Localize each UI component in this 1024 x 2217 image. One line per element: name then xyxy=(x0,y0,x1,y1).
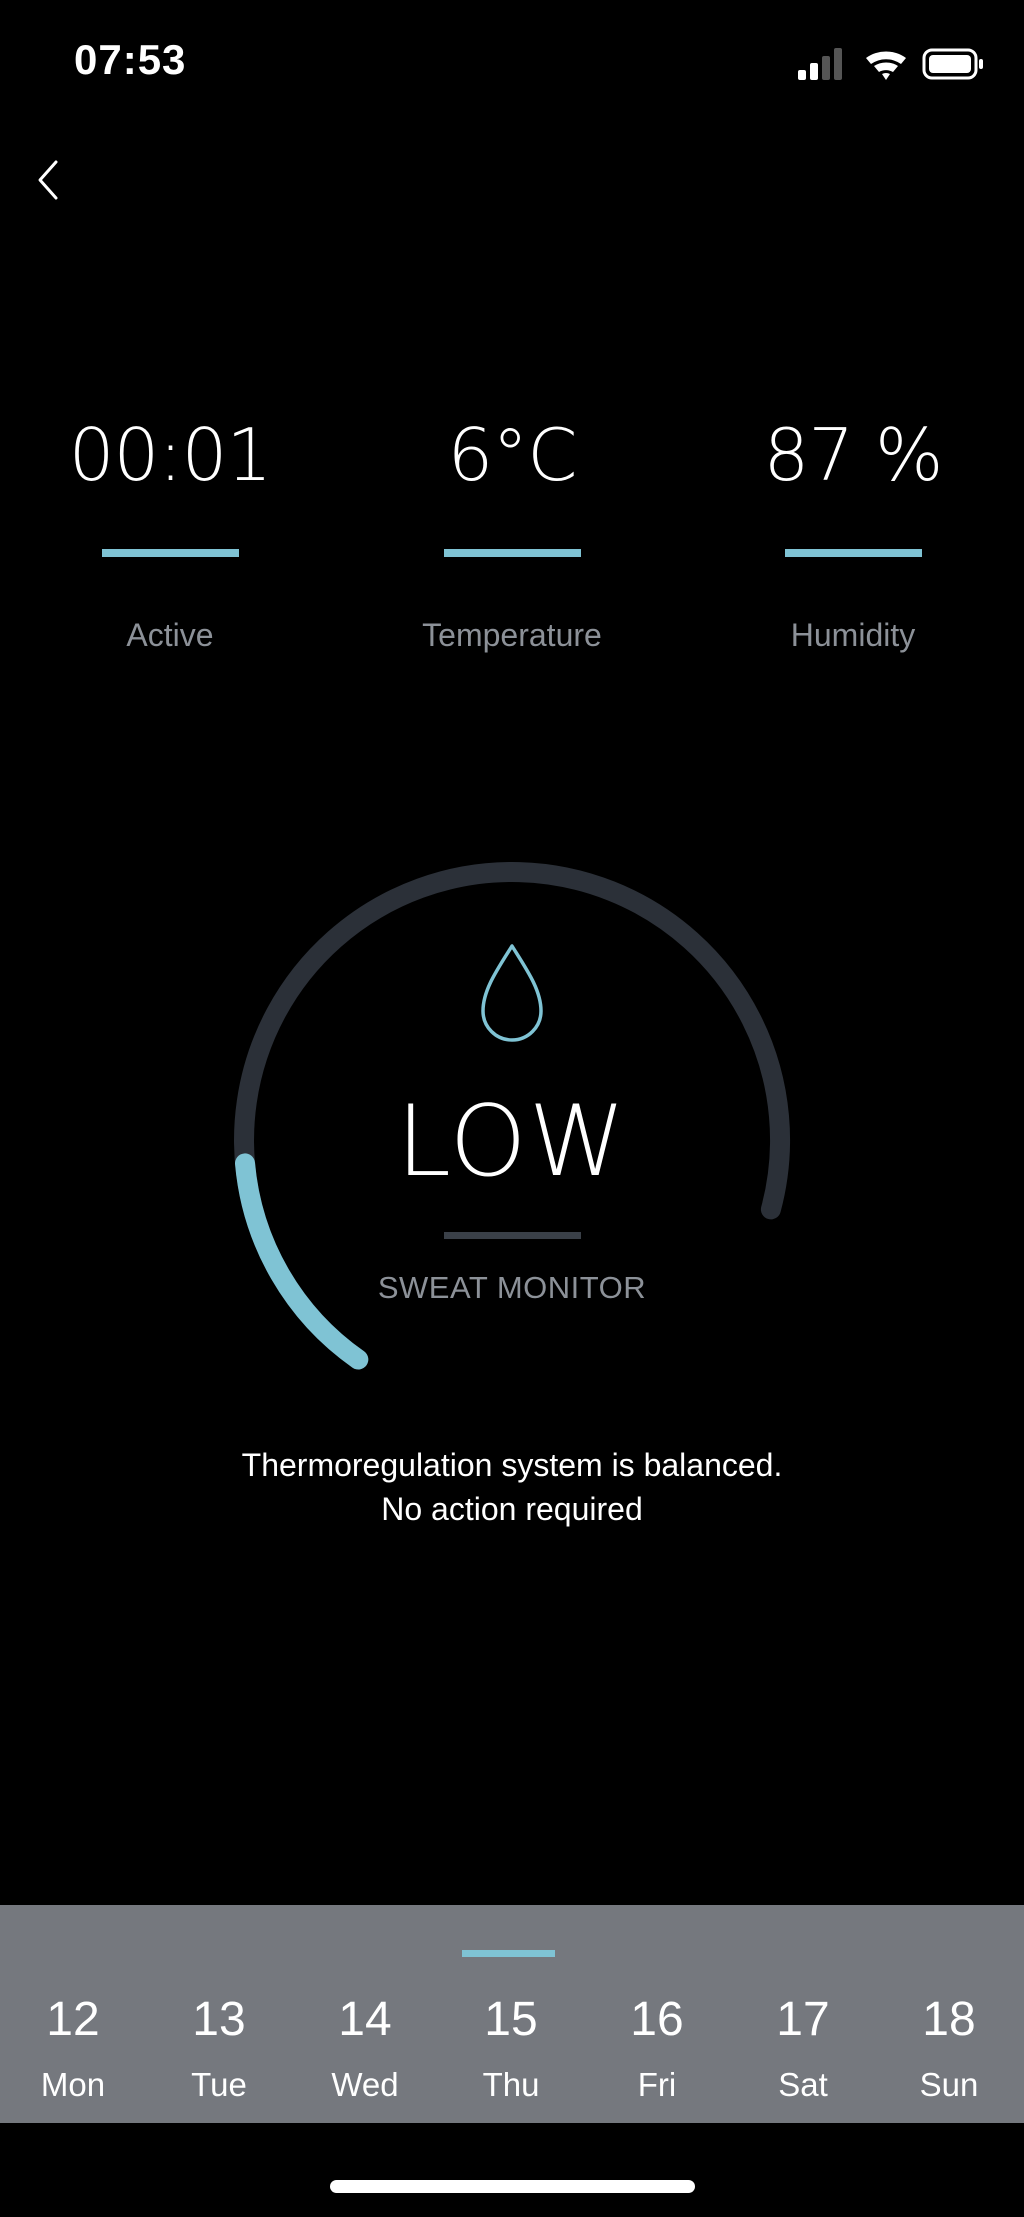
day-number: 14 xyxy=(338,1993,392,2046)
status-message-line2: No action required xyxy=(381,1491,643,1527)
day-name: Mon xyxy=(40,2066,106,2103)
stat-temperature: 6°C Temperature xyxy=(362,405,662,655)
stat-bar xyxy=(784,549,922,557)
day-item-sat[interactable]: 17 Sat xyxy=(730,1985,876,2115)
stat-active: 00:01 Active xyxy=(20,405,320,655)
day-number: 18 xyxy=(922,1993,976,2046)
stats-row: 00:01 Active 6°C Temperature 87 % Humidi… xyxy=(0,405,1024,665)
stat-label: Temperature xyxy=(422,617,602,653)
day-name: Sun xyxy=(919,2066,979,2103)
sweat-level: LOW xyxy=(396,1085,628,1199)
day-item-tue[interactable]: 13 Tue xyxy=(146,1985,292,2115)
day-name: Wed xyxy=(331,2066,399,2103)
sweat-monitor-label: SWEAT MONITOR xyxy=(377,1270,647,1305)
status-bar: 07:53 xyxy=(0,0,1024,110)
stat-label: Active xyxy=(126,617,214,653)
day-selector: 12 Mon 13 Tue 14 Wed 15 Thu 16 Fri 17 Sa… xyxy=(0,1905,1024,2123)
day-number: 15 xyxy=(484,1993,538,2046)
day-item-thu[interactable]: 15 Thu xyxy=(438,1985,584,2115)
back-button[interactable] xyxy=(24,150,84,210)
cellular-signal-icon xyxy=(798,48,842,80)
day-item-mon[interactable]: 12 Mon xyxy=(0,1985,146,2115)
gauge-divider xyxy=(444,1232,581,1239)
stat-humidity: 87 % Humidity xyxy=(703,405,1003,655)
day-name: Thu xyxy=(482,2066,540,2103)
water-drop-icon xyxy=(481,944,543,1042)
battery-icon xyxy=(922,48,983,80)
day-name: Sat xyxy=(778,2066,828,2103)
status-message-line1: Thermoregulation system is balanced. xyxy=(241,1447,783,1483)
stat-value: 6°C xyxy=(447,413,577,497)
status-icons xyxy=(798,48,983,80)
stat-value: 00:01 xyxy=(68,413,273,497)
status-message: Thermoregulation system is balanced. No … xyxy=(112,1443,912,1531)
wifi-icon xyxy=(866,51,906,80)
stat-value: 87 % xyxy=(763,413,944,497)
day-name: Fri xyxy=(637,2066,677,2103)
home-indicator[interactable] xyxy=(330,2180,695,2193)
stat-bar xyxy=(443,549,581,557)
day-item-sun[interactable]: 18 Sun xyxy=(876,1985,1022,2115)
status-time: 07:53 xyxy=(74,36,187,83)
day-item-fri[interactable]: 16 Fri xyxy=(584,1985,730,2115)
chevron-left-icon xyxy=(38,160,58,200)
day-number: 13 xyxy=(192,1993,246,2046)
day-number: 17 xyxy=(776,1993,830,2046)
day-item-wed[interactable]: 14 Wed xyxy=(292,1985,438,2115)
selected-day-indicator xyxy=(462,1950,555,1957)
day-number: 12 xyxy=(46,1993,100,2046)
stat-bar xyxy=(101,549,239,557)
stat-label: Humidity xyxy=(790,617,916,653)
day-number: 16 xyxy=(630,1993,684,2046)
day-name: Tue xyxy=(191,2066,247,2103)
